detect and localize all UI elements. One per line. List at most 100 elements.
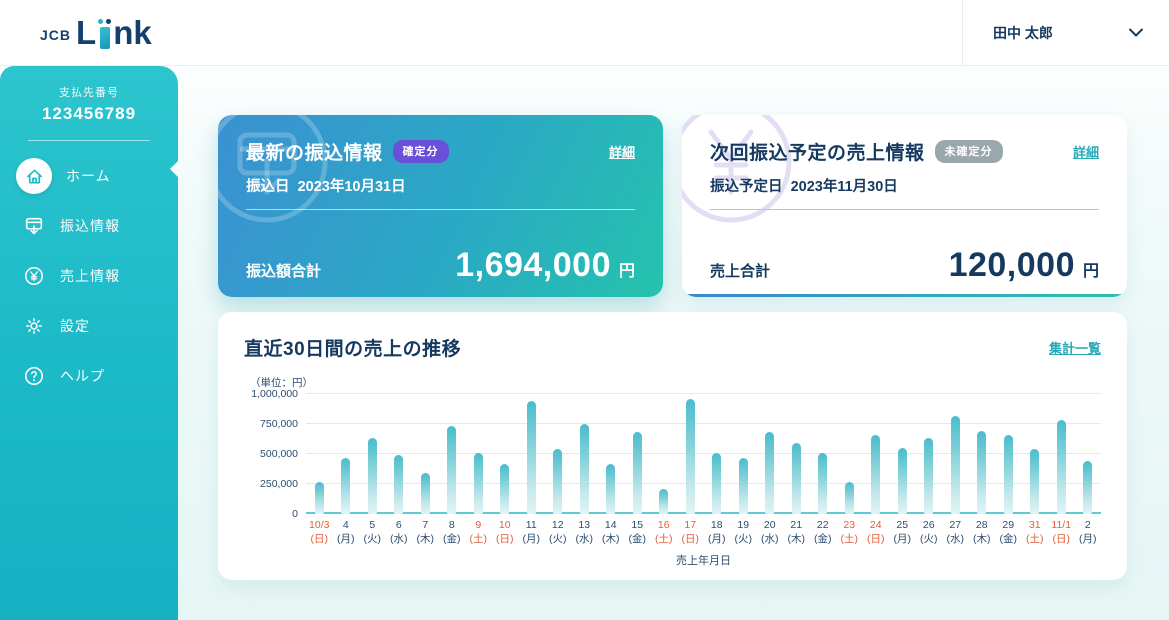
bar [473, 452, 483, 514]
x-tick-label: 25 (月) [893, 519, 912, 545]
sidebar-menu: ホーム 振込情報 売上情報 設定 ヘルプ [0, 151, 178, 401]
bar-column [863, 394, 890, 514]
x-tick-label: 24 (日) [867, 519, 885, 545]
transfer-date: 振込日 2023年10月31日 [246, 179, 406, 195]
x-tick-label: 8 (金) [443, 519, 461, 545]
logo-link-text: L nk [76, 14, 152, 51]
bar-chart-plot [306, 393, 1101, 514]
gear-icon [22, 314, 46, 338]
x-tick-label: 11/1 (日) [1051, 519, 1072, 545]
x-tick-label: 21 (木) [787, 519, 806, 545]
bar [871, 434, 881, 514]
y-axis: 0 250,000 500,000 750,000 1,000,000 [244, 388, 306, 520]
bar [367, 438, 377, 514]
bar [1003, 434, 1013, 514]
status-badge-unfixed: 未確定分 [934, 140, 1003, 163]
sidebar-item-label: ホーム [66, 168, 111, 184]
active-item-pointer [170, 160, 179, 178]
y-tick-label: 500,000 [260, 448, 298, 460]
x-tick-label: 6 (水) [390, 519, 408, 545]
bar-column [465, 394, 492, 514]
bar [314, 481, 324, 514]
transfer-icon [22, 214, 46, 238]
bar-column [730, 394, 757, 514]
x-tick-label: 16 (土) [655, 519, 673, 545]
bar [818, 452, 828, 514]
bar [738, 457, 748, 514]
bar-column [916, 394, 943, 514]
bar-column [412, 394, 439, 514]
bar-column [889, 394, 916, 514]
bar-column [942, 394, 969, 514]
sidebar-item-label: 振込情報 [60, 218, 120, 234]
sidebar-item-home[interactable]: ホーム [0, 151, 178, 201]
payer-label: 支払先番号 [59, 87, 119, 99]
x-tick-label: 26 (火) [920, 519, 938, 545]
card-title: 最新の振込情報 [246, 143, 383, 164]
bar-column [995, 394, 1022, 514]
x-tick-label: 31 (土) [1026, 519, 1044, 545]
transfer-amount: 1,694,000 [455, 246, 611, 284]
latest-transfer-card: 最新の振込情報 確定分 詳細 振込日 2023年10月31日 振込額合計 1,6… [218, 115, 663, 297]
sidebar-item-transfer-info[interactable]: 振込情報 [0, 201, 178, 251]
payer-info: 支払先番号 123456789 [0, 66, 178, 141]
payer-number: 123456789 [41, 104, 137, 123]
y-tick-label: 1,000,000 [251, 388, 298, 400]
detail-link[interactable]: 詳細 [1073, 142, 1099, 161]
bar [1056, 420, 1066, 514]
jcb-link-logo: JCB L nk [0, 16, 152, 49]
chevron-down-icon[interactable] [1129, 28, 1143, 37]
bar [765, 432, 775, 514]
next-transfer-card: 次回振込予定の売上情報 未確定分 詳細 振込予定日 2023年11月30日 売上… [682, 115, 1127, 297]
card-title: 次回振込予定の売上情報 [710, 143, 925, 164]
x-tick-label: 13 (水) [575, 519, 594, 545]
user-menu[interactable]: 田中 太郎 [962, 0, 1169, 65]
bars-row [306, 394, 1101, 514]
bar-column [624, 394, 651, 514]
bar [579, 424, 589, 514]
sidebar-item-label: ヘルプ [60, 368, 105, 384]
card-bottom-accent [682, 294, 1127, 297]
bar-column [757, 394, 784, 514]
bar [420, 473, 430, 514]
bar-column [651, 394, 678, 514]
sidebar-item-label: 売上情報 [60, 268, 120, 284]
aggregate-list-link[interactable]: 集計一覧 [1049, 338, 1101, 357]
question-circle-icon [22, 364, 46, 388]
top-header: JCB L nk 田中 太郎 [0, 0, 1169, 66]
card-divider [710, 209, 1099, 210]
bar-column [836, 394, 863, 514]
yen-circle-icon [22, 264, 46, 288]
amount-unit: 円 [618, 263, 635, 280]
bar [500, 463, 510, 514]
bar-column [810, 394, 837, 514]
bar [341, 457, 351, 514]
x-tick-label: 19 (火) [734, 519, 753, 545]
bar-column [306, 394, 333, 514]
bar [394, 455, 404, 514]
bar [632, 432, 642, 514]
x-tick-label: 28 (木) [973, 519, 991, 545]
sidebar-item-help[interactable]: ヘルプ [0, 351, 178, 401]
bar [977, 431, 987, 514]
x-axis-title: 売上年月日 [676, 555, 731, 568]
bar-column [386, 394, 413, 514]
y-axis-unit-label: （単位：円） [250, 377, 313, 389]
bar [606, 463, 616, 514]
x-tick-label: 22 (金) [814, 519, 832, 545]
bar-column [1048, 394, 1075, 514]
bar-column [1075, 394, 1102, 514]
x-tick-label: 20 (水) [761, 519, 779, 545]
chart-title: 直近30日間の売上の推移 [244, 339, 462, 360]
y-tick-label: 250,000 [260, 478, 298, 490]
x-tick-label: 29 (金) [999, 519, 1018, 545]
bar-column [359, 394, 386, 514]
sidebar-item-settings[interactable]: 設定 [0, 301, 178, 351]
sidebar-item-sales-info[interactable]: 売上情報 [0, 251, 178, 301]
bar-column [518, 394, 545, 514]
bar-column [598, 394, 625, 514]
detail-link[interactable]: 詳細 [609, 142, 635, 161]
x-tick-label: 11 (月) [522, 519, 541, 545]
amount-unit: 円 [1082, 263, 1099, 280]
x-tick-label: 14 (木) [602, 519, 620, 545]
